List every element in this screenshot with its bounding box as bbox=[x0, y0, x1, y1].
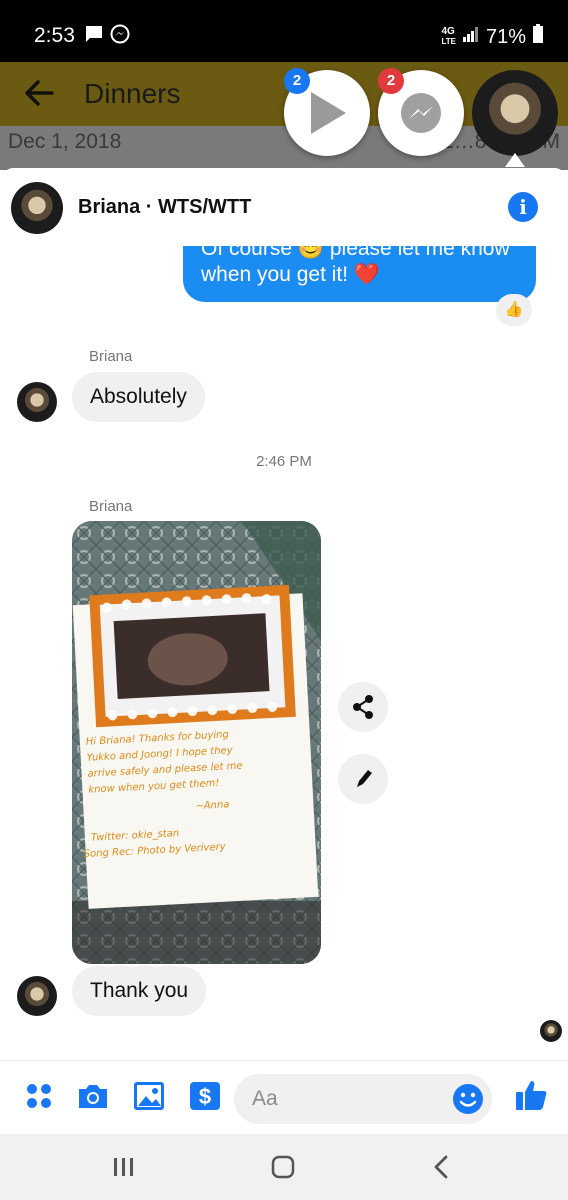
status-bar: 2:53 4G LTE 71% bbox=[0, 0, 568, 62]
video-chat-head[interactable]: 2 bbox=[284, 68, 370, 156]
info-icon[interactable]: i bbox=[508, 192, 538, 222]
svg-text:$: $ bbox=[199, 1084, 211, 1109]
sender-avatar[interactable] bbox=[17, 976, 57, 1016]
sender-avatar[interactable] bbox=[17, 382, 57, 422]
background-date-left: Dec 1, 2018 bbox=[8, 130, 122, 153]
message-timestamp: 2:46 PM bbox=[256, 453, 312, 470]
share-button[interactable] bbox=[338, 682, 388, 732]
conversation-header: Briana · WTS/WTT i bbox=[0, 168, 568, 246]
messenger-chat-head[interactable]: 2 bbox=[378, 68, 464, 156]
back-arrow-icon[interactable] bbox=[22, 76, 56, 110]
chat-head-badge: 2 bbox=[284, 68, 310, 94]
share-icon bbox=[353, 695, 373, 719]
background-app-title: Dinners bbox=[84, 78, 181, 109]
active-chat-head-avatar[interactable] bbox=[472, 70, 558, 156]
battery-icon bbox=[532, 24, 544, 50]
incoming-message[interactable]: Thank you bbox=[72, 966, 207, 1016]
reaction-thumbs-up-icon[interactable]: 👍 bbox=[496, 294, 532, 326]
emoji-icon[interactable] bbox=[452, 1083, 484, 1120]
recent-apps-icon[interactable] bbox=[112, 1156, 136, 1183]
chat-head-badge: 2 bbox=[378, 68, 404, 94]
back-nav-icon[interactable] bbox=[430, 1154, 452, 1185]
note-line-5: ~Anna bbox=[195, 799, 230, 812]
home-icon[interactable] bbox=[270, 1154, 296, 1185]
thumbs-up-icon[interactable] bbox=[514, 1077, 550, 1118]
chat-panel: Briana · WTS/WTT i Of course 😊 please le… bbox=[0, 168, 568, 1134]
sender-name: Briana bbox=[89, 498, 133, 515]
pencil-icon bbox=[357, 770, 372, 787]
contact-avatar[interactable] bbox=[11, 182, 63, 234]
gallery-icon[interactable] bbox=[133, 1081, 165, 1116]
battery-percent: 71% bbox=[485, 25, 526, 48]
read-receipt-avatar bbox=[540, 1020, 562, 1042]
conversation-title[interactable]: Briana · WTS/WTT bbox=[78, 196, 251, 219]
messenger-notification-icon bbox=[110, 24, 130, 49]
more-options-icon[interactable] bbox=[24, 1081, 54, 1116]
message-composer: $ bbox=[0, 1060, 568, 1134]
payment-icon[interactable]: $ bbox=[189, 1081, 221, 1116]
shared-photo[interactable]: Hi Briana! Thanks for buying Yukko and J… bbox=[72, 521, 321, 964]
sender-name: Briana bbox=[89, 348, 133, 365]
camera-icon[interactable] bbox=[76, 1081, 110, 1116]
incoming-message[interactable]: Absolutely bbox=[72, 372, 205, 422]
network-type: 4G LTE bbox=[441, 26, 456, 47]
chat-head-pointer bbox=[505, 153, 525, 167]
system-nav-bar bbox=[0, 1134, 568, 1200]
signal-icon bbox=[462, 25, 480, 49]
status-time: 2:53 bbox=[34, 24, 75, 47]
edit-button[interactable] bbox=[338, 754, 388, 804]
message-notification-icon bbox=[84, 24, 104, 49]
